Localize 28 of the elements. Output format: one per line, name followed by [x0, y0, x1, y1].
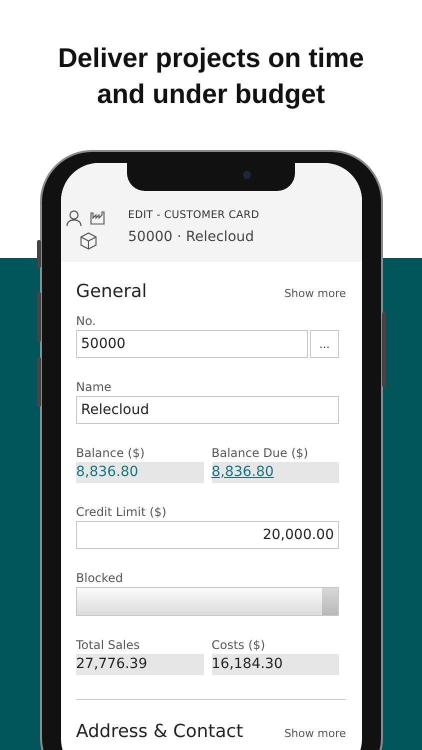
field-value: 27,776.39: [76, 656, 148, 672]
show-more-link[interactable]: Show more: [284, 727, 346, 740]
lookup-button[interactable]: ...: [310, 330, 339, 358]
value-link[interactable]: 8,836.80: [212, 464, 274, 480]
section-title: Address & Contact: [76, 720, 244, 744]
field-label: Balance ($): [76, 445, 146, 461]
dropdown-field[interactable]: [76, 587, 339, 616]
field-label: Blocked: [76, 570, 124, 586]
section-title: General: [76, 280, 147, 304]
text-field[interactable]: 50000: [76, 330, 308, 358]
amount-field[interactable]: 20,000.00: [76, 521, 339, 549]
value-link[interactable]: 8,836.80: [76, 464, 138, 480]
headline: Deliver projects on time and under budget: [56, 42, 366, 111]
field-label: Total Sales: [76, 637, 141, 653]
record-subtitle: 50000 · Relecloud: [128, 228, 256, 246]
field-value: 16,184.30: [212, 656, 283, 672]
field-label: No.: [76, 313, 97, 329]
factory-icon: [90, 211, 106, 225]
cube-icon: [80, 232, 97, 250]
show-more-link[interactable]: Show more: [284, 287, 346, 300]
page-title: EDIT - CUSTOMER CARD: [128, 208, 260, 222]
field-label: Credit Limit ($): [76, 504, 168, 520]
text-field[interactable]: Relecloud: [76, 396, 339, 424]
field-label: Name: [76, 379, 112, 395]
camera-icon: [243, 171, 251, 179]
field-label: Costs ($): [212, 637, 266, 653]
person-icon: [66, 210, 82, 227]
field-label: Balance Due ($): [212, 445, 310, 461]
